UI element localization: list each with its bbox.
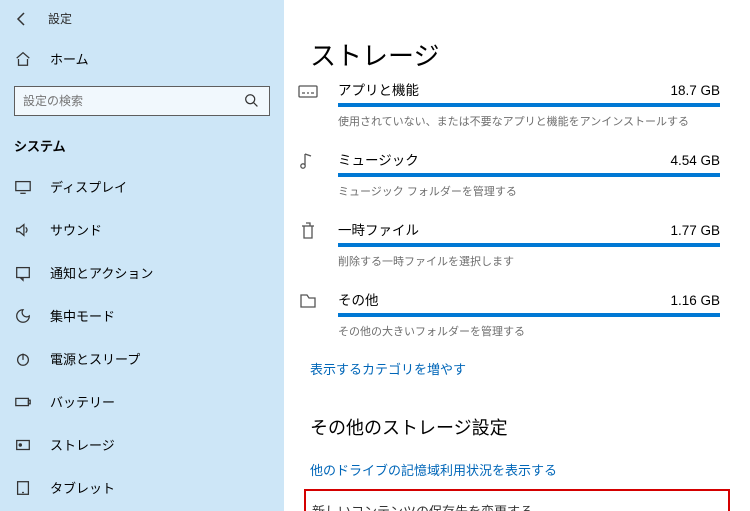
sidebar-item-battery[interactable]: バッテリー bbox=[0, 380, 284, 423]
notification-icon bbox=[14, 264, 32, 282]
power-icon bbox=[14, 350, 32, 368]
trash-icon bbox=[294, 219, 322, 243]
sidebar-item-label: タブレット bbox=[50, 478, 115, 497]
sidebar-section-title: システム bbox=[0, 130, 284, 165]
apps-icon bbox=[294, 79, 322, 103]
storage-desc: 削除する一時ファイルを選択します bbox=[338, 253, 720, 269]
storage-size: 4.54 GB bbox=[670, 153, 720, 168]
search-box[interactable] bbox=[14, 86, 270, 116]
storage-row-temp[interactable]: 一時ファイル 1.77 GB 削除する一時ファイルを選択します bbox=[284, 213, 750, 283]
search-input[interactable] bbox=[23, 94, 243, 108]
sidebar-item-label: 集中モード bbox=[50, 306, 115, 325]
sidebar-item-display[interactable]: ディスプレイ bbox=[0, 165, 284, 208]
page-title: ストレージ bbox=[284, 24, 750, 79]
sidebar-header: 設定 bbox=[0, 6, 284, 39]
storage-desc: その他の大きいフォルダーを管理する bbox=[338, 323, 720, 339]
sidebar-item-label: サウンド bbox=[50, 220, 102, 239]
storage-size: 1.16 GB bbox=[670, 293, 720, 308]
folder-icon bbox=[294, 289, 322, 313]
storage-bar bbox=[338, 103, 720, 107]
sound-icon bbox=[14, 221, 32, 239]
battery-icon bbox=[14, 393, 32, 411]
search-icon bbox=[243, 92, 261, 110]
sidebar-item-label: 通知とアクション bbox=[50, 263, 153, 282]
storage-icon bbox=[14, 436, 32, 454]
sidebar-item-home[interactable]: ホーム bbox=[0, 39, 284, 78]
main-content: ストレージ アプリと機能 18.7 GB 使用されていない、または不要なアプリと… bbox=[284, 0, 750, 511]
storage-size: 1.77 GB bbox=[670, 223, 720, 238]
link-change-save-location[interactable]: 新しいコンテンツの保存先を変更する bbox=[304, 489, 730, 511]
storage-name: その他 bbox=[338, 289, 379, 309]
storage-row-other[interactable]: その他 1.16 GB その他の大きいフォルダーを管理する bbox=[284, 283, 750, 353]
tablet-icon bbox=[14, 479, 32, 497]
sidebar-item-label: ホーム bbox=[50, 49, 89, 68]
storage-bar bbox=[338, 313, 720, 317]
sidebar-item-label: ストレージ bbox=[50, 435, 115, 454]
storage-row-music[interactable]: ミュージック 4.54 GB ミュージック フォルダーを管理する bbox=[284, 143, 750, 213]
storage-desc: ミュージック フォルダーを管理する bbox=[338, 183, 720, 199]
sidebar-item-label: ディスプレイ bbox=[50, 177, 127, 196]
link-other-drives[interactable]: 他のドライブの記憶域利用状況を表示する bbox=[284, 450, 750, 483]
sidebar-item-focus[interactable]: 集中モード bbox=[0, 294, 284, 337]
sidebar-item-label: バッテリー bbox=[50, 392, 115, 411]
storage-bar bbox=[338, 173, 720, 177]
sidebar-item-sound[interactable]: サウンド bbox=[0, 208, 284, 251]
window-title: 設定 bbox=[48, 10, 72, 27]
sidebar-item-label: 電源とスリープ bbox=[50, 349, 140, 368]
back-icon[interactable] bbox=[14, 11, 30, 27]
sidebar-item-notifications[interactable]: 通知とアクション bbox=[0, 251, 284, 294]
storage-name: アプリと機能 bbox=[338, 79, 419, 99]
sidebar-item-storage[interactable]: ストレージ bbox=[0, 423, 284, 466]
section-other-storage-settings: その他のストレージ設定 bbox=[284, 388, 750, 450]
home-icon bbox=[14, 50, 32, 68]
display-icon bbox=[14, 178, 32, 196]
link-show-more-categories[interactable]: 表示するカテゴリを増やす bbox=[284, 353, 750, 388]
sidebar: 設定 ホーム システム ディスプレイ サウンド 通知とアクション bbox=[0, 0, 284, 511]
storage-size: 18.7 GB bbox=[670, 83, 720, 98]
storage-name: 一時ファイル bbox=[338, 219, 419, 239]
storage-desc: 使用されていない、または不要なアプリと機能をアンインストールする bbox=[338, 113, 720, 129]
music-icon bbox=[294, 149, 322, 173]
focus-icon bbox=[14, 307, 32, 325]
storage-bar bbox=[338, 243, 720, 247]
storage-name: ミュージック bbox=[338, 149, 419, 169]
sidebar-item-tablet[interactable]: タブレット bbox=[0, 466, 284, 509]
sidebar-item-power[interactable]: 電源とスリープ bbox=[0, 337, 284, 380]
storage-row-apps[interactable]: アプリと機能 18.7 GB 使用されていない、または不要なアプリと機能をアンイ… bbox=[284, 79, 750, 143]
